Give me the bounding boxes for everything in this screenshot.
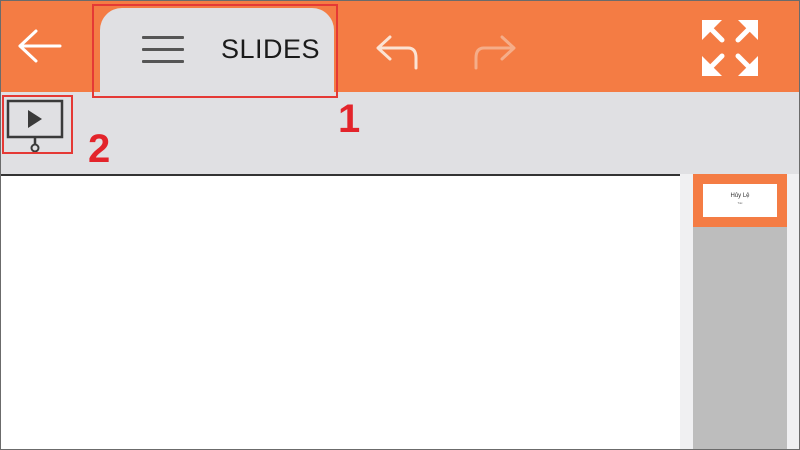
annotation-number-2: 2 xyxy=(88,127,111,171)
slideshow-play-icon xyxy=(6,99,64,153)
tab-slides[interactable]: SLIDES xyxy=(100,8,334,94)
slide-canvas[interactable] xyxy=(0,176,680,450)
panel-gap xyxy=(680,174,693,450)
hamburger-menu-icon[interactable] xyxy=(142,34,184,66)
undo-button[interactable] xyxy=(370,30,420,74)
redo-button[interactable] xyxy=(472,30,522,74)
panel-edge xyxy=(787,174,800,450)
back-button[interactable] xyxy=(16,26,64,66)
arrow-left-icon xyxy=(18,29,62,63)
annotation-number-1: 1 xyxy=(338,97,361,141)
app-bar: SLIDES xyxy=(0,0,800,94)
slideshow-play-button[interactable] xyxy=(4,97,68,153)
thumbnail-title: Hủy Lệ xyxy=(730,193,750,199)
fullscreen-button[interactable] xyxy=(700,18,760,78)
fullscreen-expand-icon xyxy=(702,20,758,76)
slides-toolbar xyxy=(0,92,800,174)
tab-label: SLIDES xyxy=(221,34,321,64)
slide-thumbnail-selected[interactable]: Hủy Lệ Tác xyxy=(693,174,787,227)
redo-icon xyxy=(474,35,516,70)
thumbnail-subtitle: Tác xyxy=(737,201,743,205)
slide-thumbnail: Hủy Lệ Tác xyxy=(703,184,777,217)
undo-icon xyxy=(376,35,418,70)
